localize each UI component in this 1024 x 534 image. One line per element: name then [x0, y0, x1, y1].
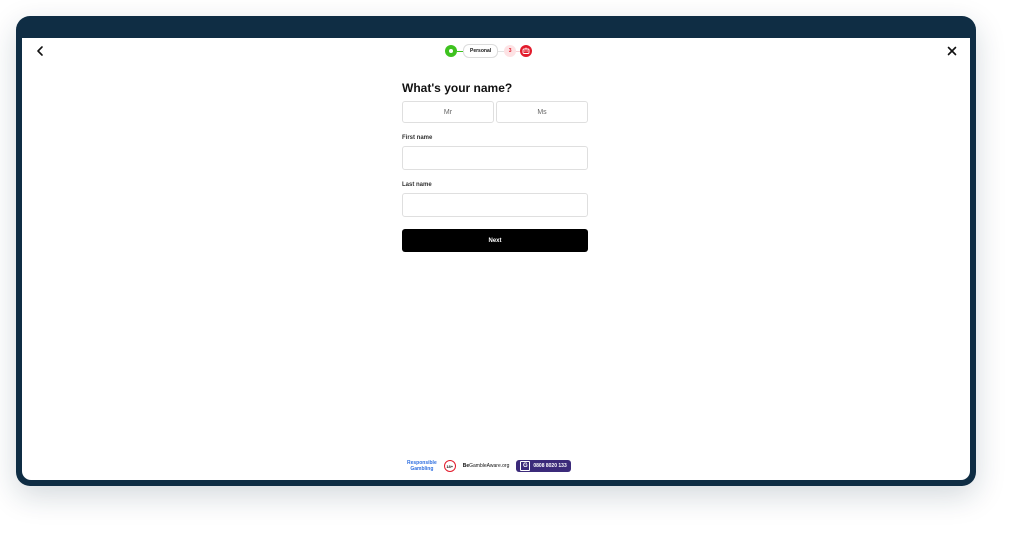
next-button[interactable]: Next: [402, 229, 588, 252]
gamcare-icon: G: [520, 461, 531, 471]
step-number-badge: 3: [504, 45, 517, 57]
registration-screen: Personal 3 What's your name? Mr Ms First…: [22, 38, 970, 480]
responsible-gambling-line2: Gambling: [410, 466, 434, 472]
begambleaware-logo[interactable]: BeGambleAware.org: [463, 463, 510, 469]
chevron-left-icon[interactable]: [33, 44, 47, 58]
begambleaware-text: GambleAware: [469, 463, 501, 469]
title-option-ms[interactable]: Ms: [496, 101, 588, 123]
footer-logos: Responsible Gambling 18+ BeGambleAware.o…: [407, 457, 571, 475]
title-option-mr[interactable]: Mr: [402, 101, 494, 123]
responsible-gambling-logo[interactable]: Responsible Gambling: [407, 460, 437, 472]
close-icon[interactable]: [945, 44, 959, 58]
first-name-label: First name: [402, 135, 433, 141]
step-complete-icon: [445, 45, 457, 57]
gamcare-logo[interactable]: G 0808 8020 133: [516, 460, 571, 472]
name-form: What's your name? Mr Ms First name Last …: [402, 81, 588, 252]
title-selector: Mr Ms: [402, 101, 588, 123]
robot-icon: [520, 45, 533, 57]
gamcare-phone: 0808 8020 133: [533, 463, 567, 469]
step-current-label: Personal: [463, 44, 499, 58]
registration-stepper: Personal 3: [445, 43, 533, 59]
app-window-frame: Personal 3 What's your name? Mr Ms First…: [16, 16, 976, 486]
begambleaware-suffix: .org: [500, 463, 510, 469]
first-name-field[interactable]: [402, 146, 588, 170]
last-name-field[interactable]: [402, 193, 588, 217]
last-name-label: Last name: [402, 182, 432, 188]
age-restriction-badge: 18+: [443, 460, 456, 472]
page-title: What's your name?: [402, 81, 513, 95]
